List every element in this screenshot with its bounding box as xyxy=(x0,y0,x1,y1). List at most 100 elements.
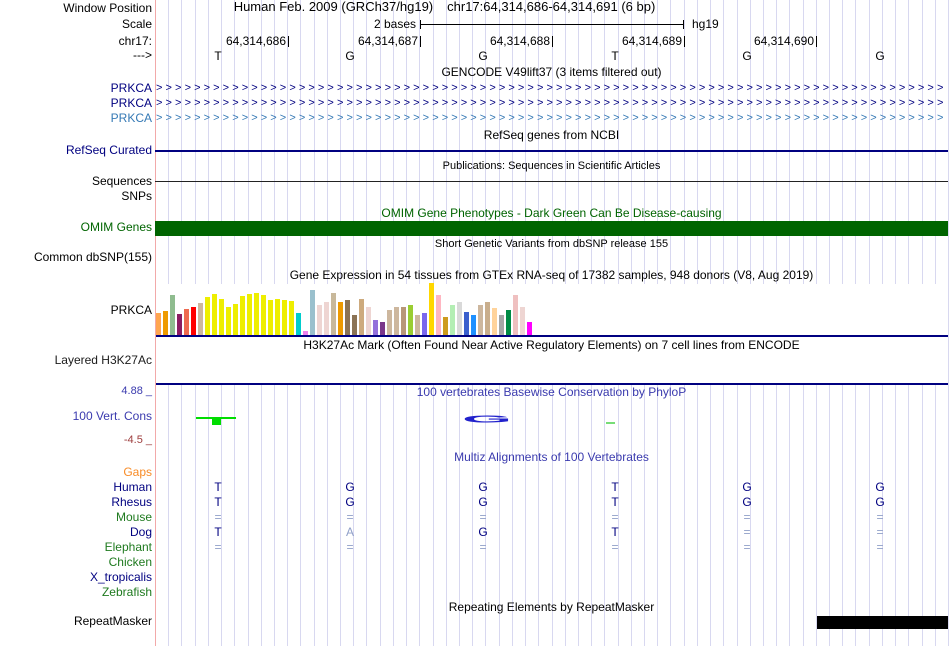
gtex-expression-bar[interactable] xyxy=(324,302,329,335)
alignment-base-human[interactable]: T xyxy=(207,481,229,494)
gtex-gene-label[interactable]: PRKCA xyxy=(0,304,152,317)
gtex-expression-bar[interactable] xyxy=(373,320,378,335)
repeatmasker-element-bar[interactable] xyxy=(817,616,948,629)
gtex-expression-bar[interactable] xyxy=(513,295,518,335)
gencode-transcript-label-1[interactable]: PRKCA xyxy=(0,82,152,95)
coordinate-label[interactable]: 64,314,690 xyxy=(724,35,814,48)
coordinate-label[interactable]: 64,314,687 xyxy=(328,35,418,48)
gtex-expression-bar[interactable] xyxy=(289,301,294,335)
gtex-expression-bar[interactable] xyxy=(394,307,399,335)
refseq-curated-line[interactable] xyxy=(155,150,948,152)
gtex-expression-bar[interactable] xyxy=(506,310,511,335)
gtex-expression-bar[interactable] xyxy=(478,305,483,335)
alignment-base-elephant[interactable]: = xyxy=(604,541,626,554)
species-label-dog[interactable]: Dog xyxy=(0,526,152,539)
gtex-expression-bar[interactable] xyxy=(247,294,252,335)
cons-track-label[interactable]: 100 Vert. Cons xyxy=(0,410,152,423)
gtex-expression-bar[interactable] xyxy=(338,302,343,335)
gtex-expression-bar[interactable] xyxy=(331,293,336,335)
alignment-base-human[interactable]: G xyxy=(472,481,494,494)
gtex-expression-bar[interactable] xyxy=(177,314,182,335)
gtex-expression-bar[interactable] xyxy=(303,331,308,335)
common-dbsnp-label[interactable]: Common dbSNP(155) xyxy=(0,251,152,264)
gtex-expression-bar[interactable] xyxy=(317,305,322,335)
alignment-base-rhesus[interactable]: G xyxy=(472,496,494,509)
species-label-chicken[interactable]: Chicken xyxy=(0,556,152,569)
gtex-expression-bar[interactable] xyxy=(212,294,217,335)
sequences-label[interactable]: Sequences xyxy=(0,175,152,188)
species-label-elephant[interactable]: Elephant xyxy=(0,541,152,554)
species-label-mouse[interactable]: Mouse xyxy=(0,511,152,524)
gtex-expression-bar[interactable] xyxy=(520,307,525,335)
alignment-base-mouse[interactable]: = xyxy=(604,511,626,524)
gtex-expression-bar[interactable] xyxy=(415,315,420,335)
gtex-expression-bar[interactable] xyxy=(366,307,371,335)
alignment-base-human[interactable]: G xyxy=(339,481,361,494)
species-label-x_tropicalis[interactable]: X_tropicalis xyxy=(0,571,152,584)
reference-base[interactable]: G xyxy=(472,50,494,63)
alignment-base-elephant[interactable]: = xyxy=(472,541,494,554)
gtex-expression-bar[interactable] xyxy=(408,305,413,335)
gtex-expression-bar[interactable] xyxy=(198,303,203,335)
gtex-expression-bar[interactable] xyxy=(226,307,231,335)
species-label-rhesus[interactable]: Rhesus xyxy=(0,496,152,509)
gtex-expression-bar[interactable] xyxy=(296,313,301,335)
reference-base[interactable]: G xyxy=(736,50,758,63)
alignment-base-human[interactable]: G xyxy=(736,481,758,494)
gtex-expression-bar[interactable] xyxy=(156,313,161,335)
gtex-expression-bar[interactable] xyxy=(191,307,196,335)
alignment-base-mouse[interactable]: = xyxy=(339,511,361,524)
gtex-expression-bar[interactable] xyxy=(401,307,406,335)
alignment-base-mouse[interactable]: = xyxy=(736,511,758,524)
alignment-base-elephant[interactable]: = xyxy=(736,541,758,554)
alignment-base-elephant[interactable]: = xyxy=(869,541,891,554)
reference-base[interactable]: G xyxy=(339,50,361,63)
alignment-base-elephant[interactable]: = xyxy=(207,541,229,554)
alignment-base-human[interactable]: G xyxy=(869,481,891,494)
reference-base[interactable]: T xyxy=(207,50,229,63)
gtex-expression-bar[interactable] xyxy=(254,293,259,335)
gtex-expression-bar[interactable] xyxy=(352,315,357,335)
gtex-expression-bar[interactable] xyxy=(492,308,497,335)
sequences-line[interactable] xyxy=(155,181,948,182)
gencode-transcript-arrows-3[interactable]: >>>>>>>>>>>>>>>>>>>>>>>>>>>>>>>>>>>>>>>>… xyxy=(156,112,946,125)
gtex-expression-bar[interactable] xyxy=(429,283,434,335)
gtex-expression-bar[interactable] xyxy=(233,304,238,335)
gtex-expression-bar[interactable] xyxy=(310,290,315,335)
gtex-expression-bar[interactable] xyxy=(268,300,273,335)
gencode-transcript-label-3[interactable]: PRKCA xyxy=(0,112,152,125)
gtex-expression-bar[interactable] xyxy=(240,296,245,335)
alignment-base-human[interactable]: T xyxy=(604,481,626,494)
alignment-base-mouse[interactable]: = xyxy=(869,511,891,524)
omim-genes-bar[interactable] xyxy=(155,221,948,236)
alignment-base-dog[interactable]: = xyxy=(736,526,758,539)
gtex-expression-bar[interactable] xyxy=(380,322,385,335)
alignment-base-dog[interactable]: T xyxy=(604,526,626,539)
species-label-zebrafish[interactable]: Zebrafish xyxy=(0,586,152,599)
gtex-expression-bar[interactable] xyxy=(184,309,189,335)
gtex-expression-bar[interactable] xyxy=(275,299,280,335)
gencode-transcript-arrows-1[interactable]: >>>>>>>>>>>>>>>>>>>>>>>>>>>>>>>>>>>>>>>>… xyxy=(156,82,946,95)
gtex-expression-bar[interactable] xyxy=(443,317,448,335)
gtex-expression-bar[interactable] xyxy=(387,310,392,335)
coordinate-label[interactable]: 64,314,689 xyxy=(592,35,682,48)
gtex-expression-bar[interactable] xyxy=(163,311,168,335)
omim-genes-label[interactable]: OMIM Genes xyxy=(0,221,152,234)
alignment-base-rhesus[interactable]: T xyxy=(604,496,626,509)
gtex-expression-bar[interactable] xyxy=(261,295,266,335)
alignment-base-mouse[interactable]: = xyxy=(472,511,494,524)
alignment-base-dog[interactable]: = xyxy=(869,526,891,539)
gtex-expression-bar[interactable] xyxy=(527,322,532,335)
gtex-expression-bar[interactable] xyxy=(485,302,490,335)
coordinate-label[interactable]: 64,314,686 xyxy=(196,35,286,48)
h3k27ac-label[interactable]: Layered H3K27Ac xyxy=(0,354,152,367)
gtex-expression-bar[interactable] xyxy=(450,305,455,335)
gencode-transcript-label-2[interactable]: PRKCA xyxy=(0,97,152,110)
gtex-expression-bar[interactable] xyxy=(471,315,476,335)
reference-base[interactable]: G xyxy=(869,50,891,63)
alignment-base-rhesus[interactable]: G xyxy=(736,496,758,509)
coordinate-label[interactable]: 64,314,688 xyxy=(460,35,550,48)
alignment-base-mouse[interactable]: = xyxy=(207,511,229,524)
cons-marker-box[interactable] xyxy=(212,417,221,425)
gtex-expression-bar[interactable] xyxy=(219,299,224,335)
